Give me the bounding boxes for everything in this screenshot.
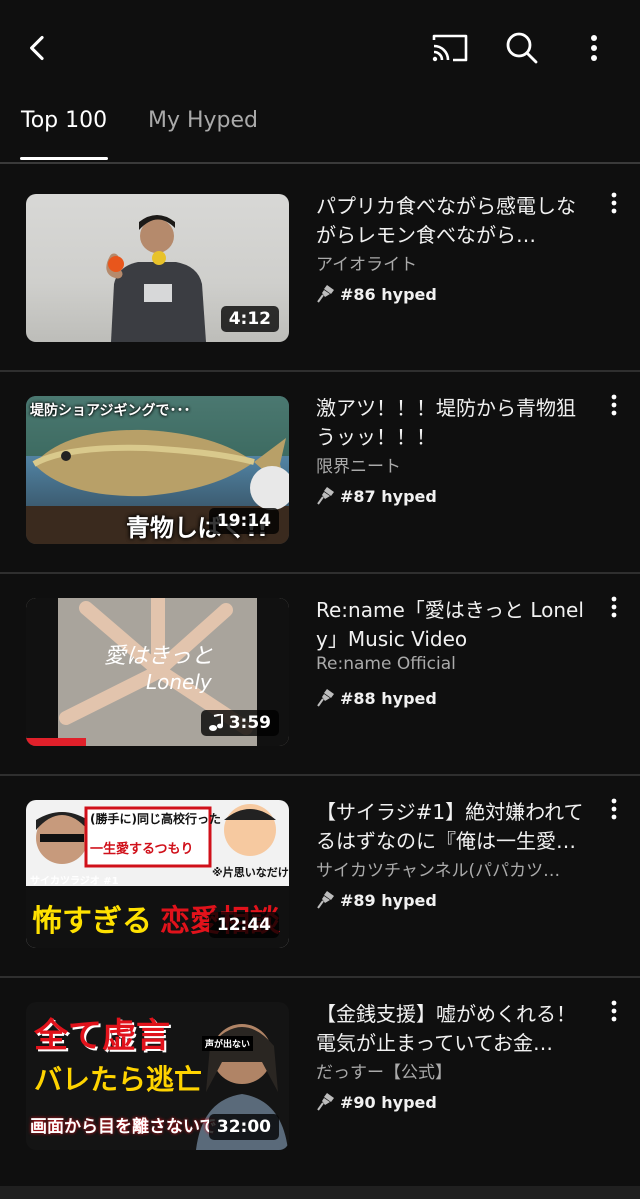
hyped-rank: #87 hyped — [340, 486, 437, 506]
cast-button[interactable] — [424, 24, 476, 72]
hyped-rank: #90 hyped — [340, 1092, 437, 1112]
cast-icon — [432, 34, 468, 62]
hyped-badge: #90 hyped — [316, 1092, 437, 1112]
thumbnail-headline-line1: 全て虚言 — [34, 1016, 170, 1056]
thumbnail-headline-line3: 画面から目を離さないで — [30, 1117, 217, 1137]
video-duration: 4:12 — [220, 306, 279, 332]
duration-text: 19:14 — [216, 511, 271, 531]
more-vert-icon — [611, 192, 617, 214]
item-more-button[interactable] — [600, 798, 628, 834]
top-app-bar — [0, 0, 640, 96]
hype-icon — [317, 1093, 334, 1111]
thumbnail-note-line1: (勝手に)同じ高校行った — [90, 812, 221, 826]
thumbnail-tag: 声が出ない — [202, 1036, 254, 1051]
video-thumbnail[interactable]: 4:12 — [26, 194, 289, 342]
more-vert-icon — [611, 394, 617, 416]
video-title[interactable]: Re:name「愛はきっと Lonely」Music Video — [316, 596, 586, 654]
video-thumbnail[interactable]: 愛はきっと Lonely 3:59 — [26, 598, 289, 746]
back-arrow-icon — [30, 35, 44, 61]
hyped-rank: #86 hyped — [340, 284, 437, 304]
hyped-rank: #89 hyped — [340, 890, 437, 910]
hyped-badge: #88 hyped — [316, 688, 437, 708]
thumbnail-caption-line2: Lonely — [146, 670, 212, 694]
video-duration: 32:00 — [208, 1114, 279, 1140]
video-title[interactable]: 激アツ！！！堤防から青物狙うッッ！！！ — [316, 394, 586, 452]
thumbnail-note-line3: ※片思いなだけ — [212, 866, 289, 879]
bottom-navigation-bar — [0, 1186, 640, 1199]
channel-name[interactable]: だっすー【公式】 — [316, 1058, 586, 1083]
duration-text: 3:59 — [228, 713, 271, 733]
more-options-button[interactable] — [572, 24, 616, 72]
video-title[interactable]: 【サイラジ#1】絶対嫌われてるはずなのに『俺は一生愛… — [316, 798, 586, 856]
video-thumbnail[interactable]: 堤防ショアジギングで･･･ 青物しばく!! 19:14 — [26, 396, 289, 544]
more-vert-icon — [611, 596, 617, 618]
video-title[interactable]: 【金銭支援】嘘がめくれる！電気が止まっていてお金… — [316, 1000, 586, 1058]
thumbnail-note-line2: 一生愛するつもり — [90, 842, 194, 857]
item-more-button[interactable] — [600, 1000, 628, 1036]
tab-top-100[interactable]: Top 100 — [21, 108, 107, 133]
tab-my-hyped[interactable]: My Hyped — [148, 108, 258, 133]
channel-name[interactable]: サイカツチャンネル(パパカツ… — [316, 856, 586, 881]
channel-name[interactable]: 限界ニート — [316, 452, 586, 477]
channel-name[interactable]: アイオライト — [316, 250, 586, 275]
hype-icon — [317, 689, 334, 707]
thumbnail-tag: サイカツラジオ #1 — [30, 876, 119, 887]
search-icon — [506, 32, 538, 64]
thumbnail-headline-part1: 怖すぎる — [32, 904, 152, 939]
hype-icon — [317, 891, 334, 909]
video-duration: 19:14 — [208, 508, 279, 534]
back-button[interactable] — [14, 24, 62, 72]
active-tab-indicator — [20, 157, 108, 160]
more-vert-icon — [611, 1000, 617, 1022]
search-button[interactable] — [498, 24, 546, 72]
video-list-item[interactable]: 全て虚言 バレたら逃亡 画面から目を離さないで 声が出ない 32:00 【金銭支… — [0, 978, 640, 1180]
hype-icon — [317, 487, 334, 505]
video-thumbnail[interactable]: (勝手に)同じ高校行った 一生愛するつもり ※片思いなだけ サイカツラジオ #1… — [26, 800, 289, 948]
hyped-badge: #87 hyped — [316, 486, 437, 506]
channel-name[interactable]: Re:name Official — [316, 654, 586, 674]
music-note-icon — [208, 714, 223, 731]
duration-text: 4:12 — [228, 309, 271, 329]
duration-text: 32:00 — [216, 1117, 271, 1137]
video-list-item[interactable]: 4:12 パプリカ食べながら感電しながらレモン食べながら… アイオライト #86… — [0, 170, 640, 372]
item-more-button[interactable] — [600, 394, 628, 430]
hype-icon — [317, 285, 334, 303]
thumbnail-caption-line1: 愛はきっと — [104, 644, 214, 669]
more-vert-icon — [591, 35, 597, 61]
tab-bar: Top 100 My Hyped — [0, 96, 640, 162]
item-more-button[interactable] — [600, 192, 628, 228]
more-vert-icon — [611, 798, 617, 820]
duration-text: 12:44 — [216, 915, 271, 935]
hyped-badge: #89 hyped — [316, 890, 437, 910]
video-list-item[interactable]: 堤防ショアジギングで･･･ 青物しばく!! 19:14 激アツ！！！堤防から青物… — [0, 372, 640, 574]
video-list-item[interactable]: 愛はきっと Lonely 3:59 Re:name「愛はきっと Lonely」M… — [0, 574, 640, 776]
video-list-item[interactable]: (勝手に)同じ高校行った 一生愛するつもり ※片思いなだけ サイカツラジオ #1… — [0, 776, 640, 978]
thumbnail-headline-line2: バレたら逃亡 — [34, 1063, 203, 1096]
video-duration: 12:44 — [208, 912, 279, 938]
item-more-button[interactable] — [600, 596, 628, 632]
hyped-rank: #88 hyped — [340, 688, 437, 708]
video-title[interactable]: パプリカ食べながら感電しながらレモン食べながら… — [316, 192, 586, 250]
tabs-divider — [0, 162, 640, 164]
video-duration: 3:59 — [200, 710, 279, 736]
hyped-badge: #86 hyped — [316, 284, 437, 304]
video-thumbnail[interactable]: 全て虚言 バレたら逃亡 画面から目を離さないで 声が出ない 32:00 — [26, 1002, 289, 1150]
thumbnail-caption-top: 堤防ショアジギングで･･･ — [30, 403, 191, 419]
